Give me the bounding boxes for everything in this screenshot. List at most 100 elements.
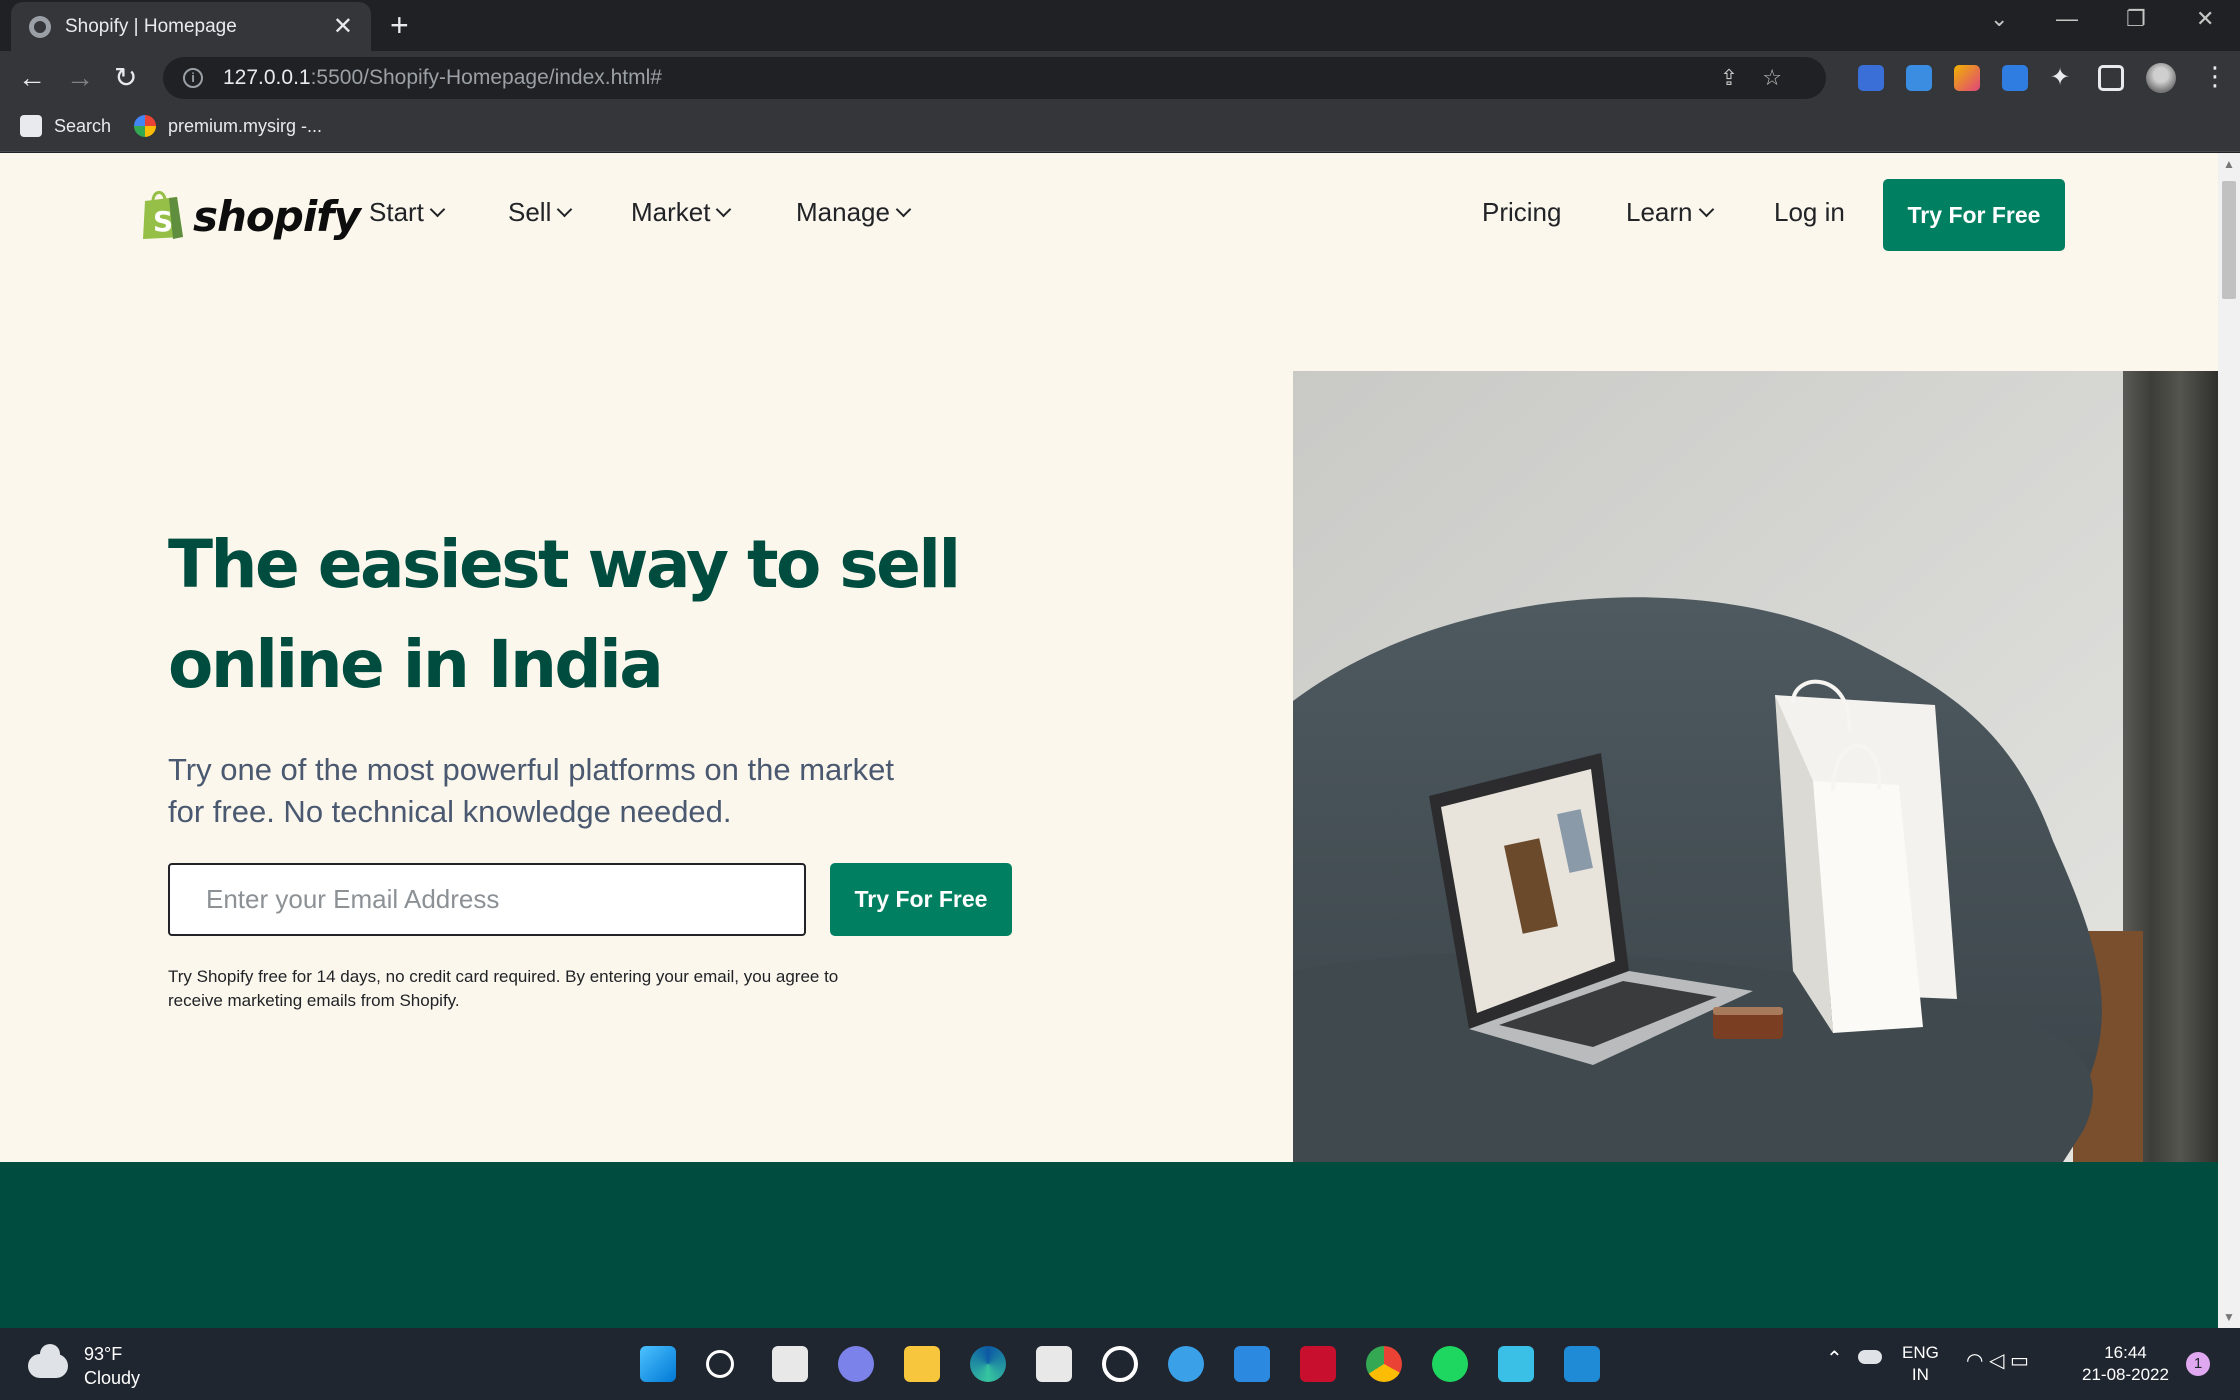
task-view-icon[interactable] [772,1346,808,1382]
nav-start[interactable]: Start [369,197,446,228]
hero-image [1293,371,2218,1162]
close-window-button[interactable]: ✕ [2196,6,2214,32]
search-icon[interactable] [706,1350,734,1378]
nav-sell-label: Sell [508,197,552,227]
nav-start-label: Start [369,197,424,227]
nav-market[interactable]: Market [631,197,732,228]
mcafee-icon[interactable] [1300,1346,1336,1382]
scroll-up-icon[interactable]: ▲ [2223,157,2235,171]
trial-disclaimer: Try Shopify free for 14 days, no credit … [168,965,928,1013]
page-viewport: S shopify Start Sell Market Manage Prici… [0,153,2218,1328]
weather-text: 93°F Cloudy [84,1342,140,1390]
region-code: IN [1911,1365,1929,1384]
nav-try-free-button[interactable]: Try For Free [1883,179,2065,251]
weather-temperature: 93°F [84,1344,123,1364]
shopify-bag-icon: S [143,191,183,239]
extension-icon[interactable] [1858,65,1884,91]
cloud-icon [28,1344,68,1378]
shopify-logo[interactable]: S shopify [139,187,361,241]
hero-title-line-2: online in India [168,626,664,703]
wifi-volume-battery-icons[interactable]: ◠ ◁ ▭ [1966,1350,2029,1372]
language-code: ENG [1902,1343,1939,1362]
photos-icon[interactable] [1564,1346,1600,1382]
edge-browser-icon[interactable] [970,1346,1006,1382]
screen-capture-extension-icon[interactable] [2002,65,2028,91]
minimize-button[interactable]: — [2056,6,2078,32]
language-indicator[interactable]: ENG IN [1902,1342,1939,1386]
nav-login[interactable]: Log in [1774,197,1845,228]
site-info-icon[interactable]: i [183,68,203,88]
chevron-down-icon [716,201,732,218]
microsoft-store-icon[interactable] [1036,1346,1072,1382]
bookmark-search[interactable]: Search [20,115,111,137]
scroll-down-icon[interactable]: ▼ [2223,1310,2235,1324]
page-scrollbar[interactable]: ▲ ▼ [2218,153,2240,1328]
chevron-down-icon [1698,201,1714,218]
svg-text:S: S [153,205,173,238]
nav-market-label: Market [631,197,711,227]
file-explorer-icon[interactable] [904,1346,940,1382]
tab-title: Shopify | Homepage [65,15,237,37]
browser-tab[interactable]: Shopify | Homepage ✕ [11,2,371,51]
bookmark-label: premium.mysirg -... [168,115,323,136]
browser-menu-icon[interactable]: ⋮ [2202,61,2228,92]
hero-subtitle-line-2: for free. No technical knowledge needed. [168,794,732,829]
github-desktop-icon[interactable] [1102,1346,1138,1382]
trial-disclaimer-line-1: Try Shopify free for 14 days, no credit … [168,967,839,986]
hero-try-free-button[interactable]: Try For Free [830,863,1012,936]
clock-date: 21-08-2022 [2082,1365,2169,1384]
scrollbar-thumb[interactable] [2222,181,2236,299]
chevron-down-icon [429,201,446,218]
teams-chat-icon[interactable] [838,1346,874,1382]
help-icon[interactable] [1168,1346,1204,1382]
chevron-down-icon [557,201,573,218]
tab-search-icon[interactable]: ⌄ [1990,6,2008,32]
hero-photo-laptop-shopping-bags [1293,371,2218,1162]
share-and-bookmark-icons[interactable]: ⇪☆ [1720,65,1806,91]
bookmarks-bar: Search premium.mysirg -... [0,105,2240,152]
nav-manage-label: Manage [796,197,890,227]
nav-manage[interactable]: Manage [796,197,912,228]
notification-badge[interactable]: 1 [2186,1352,2210,1376]
feature-section-band [0,1162,2218,1328]
hero-subtitle-line-1: Try one of the most powerful platforms o… [168,752,894,787]
spotify-icon[interactable] [1432,1346,1468,1382]
restore-button[interactable]: ❐ [2126,6,2146,32]
windows-start-icon[interactable] [640,1346,676,1382]
os-taskbar: 93°F Cloudy ⌃ ENG IN ◠ ◁ ▭ 16:44 21-08-2… [0,1328,2240,1400]
vscode-icon[interactable] [1234,1346,1270,1382]
search-icon [20,115,42,137]
nav-learn[interactable]: Learn [1626,197,1714,228]
address-bar[interactable]: i 127.0.0.1:5500/Shopify-Homepage/index.… [163,57,1826,99]
weather-widget[interactable]: 93°F Cloudy [28,1342,140,1390]
google-icon [134,115,156,137]
forward-button[interactable]: → [66,61,94,95]
nav-learn-label: Learn [1626,197,1693,227]
nav-pricing[interactable]: Pricing [1482,197,1561,228]
hero-title-line-1: The easiest way to sell [168,526,961,603]
cursor-extension-icon[interactable] [1906,65,1932,91]
new-tab-button[interactable]: + [390,8,409,42]
onedrive-icon[interactable] [1858,1350,1882,1364]
back-button[interactable]: ← [18,61,46,95]
hero-title: The easiest way to sell online in India [168,515,1068,715]
browser-toolbar: ← → ↻ i 127.0.0.1:5500/Shopify-Homepage/… [0,51,2240,105]
pen-extension-icon[interactable] [1954,65,1980,91]
side-panel-icon[interactable] [2098,65,2124,91]
tray-overflow-icon[interactable]: ⌃ [1826,1348,1843,1370]
notepad-icon[interactable] [1498,1346,1534,1382]
extensions-puzzle-icon[interactable]: ✦ [2050,65,2076,91]
nav-sell[interactable]: Sell [508,197,573,228]
close-tab-icon[interactable]: ✕ [333,14,353,39]
site-header: S shopify Start Sell Market Manage Prici… [0,153,2218,277]
bookmark-label: Search [54,115,112,136]
profile-avatar[interactable] [2146,63,2176,93]
browser-tab-bar: Shopify | Homepage ✕ + ⌄ — ❐ ✕ [0,0,2240,51]
bookmark-premium[interactable]: premium.mysirg -... [134,115,322,137]
clock[interactable]: 16:44 21-08-2022 [2082,1342,2169,1386]
clock-time: 16:44 [2104,1343,2147,1362]
url-host: 127.0.0.1 [223,66,311,89]
reload-button[interactable]: ↻ [114,61,137,95]
email-field[interactable] [168,863,806,936]
chrome-icon[interactable] [1366,1346,1402,1382]
